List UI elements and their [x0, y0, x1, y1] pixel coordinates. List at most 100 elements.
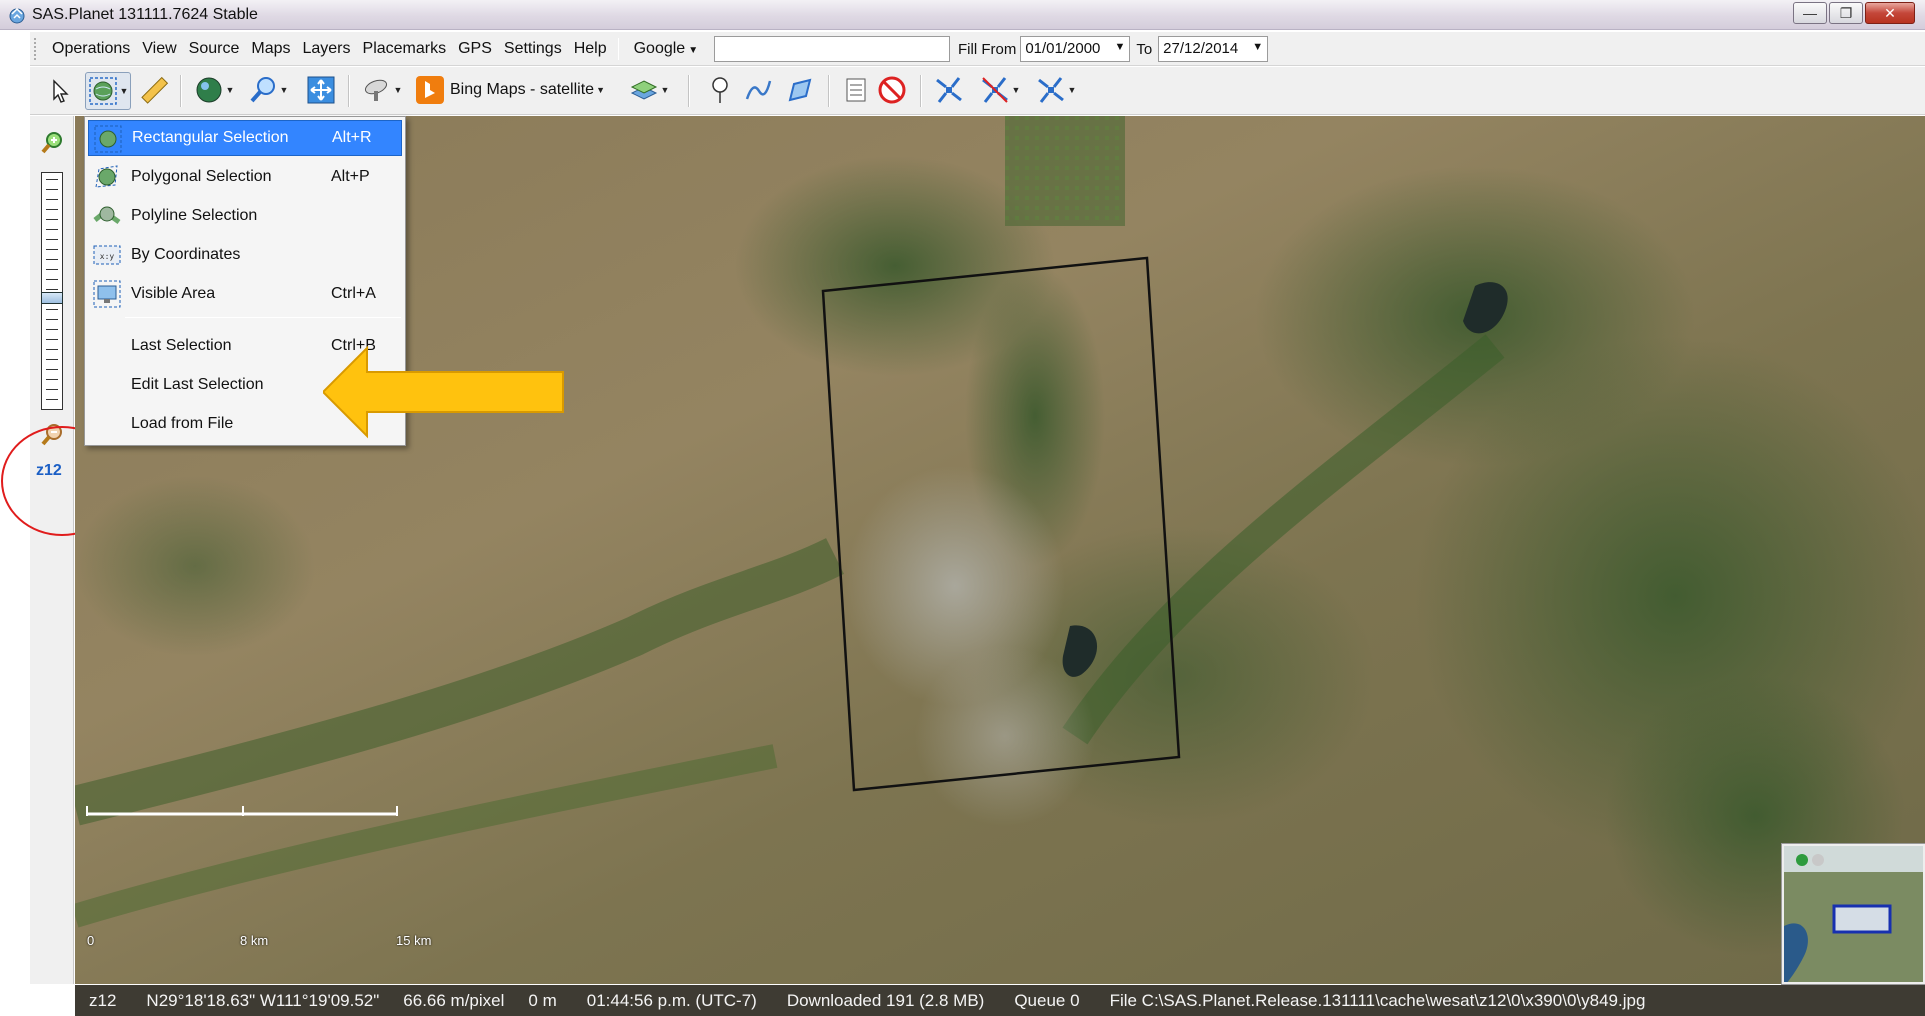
chevron-down-icon[interactable]: ▼ — [1012, 85, 1021, 95]
menu-maps[interactable]: Maps — [245, 40, 296, 58]
status-resolution: 66.66 m/pixel — [403, 990, 505, 1010]
bing-logo-icon — [416, 76, 444, 104]
restore-button[interactable]: ❐ — [1829, 2, 1863, 24]
chevron-down-icon[interactable]: ▼ — [661, 85, 670, 95]
menu-gps[interactable]: GPS — [452, 40, 498, 58]
menu-item-shortcut: Alt+R — [332, 129, 372, 146]
menu-help[interactable]: Help — [568, 40, 613, 58]
zoom-panel: z12 — [30, 116, 74, 984]
add-path-button[interactable] — [738, 72, 778, 108]
globe-button[interactable]: ▼ — [190, 72, 238, 108]
add-placemark-button[interactable] — [702, 72, 738, 108]
menu-item-visible-area[interactable]: Visible Area Ctrl+A — [88, 276, 402, 312]
calendar-dropdown-icon[interactable]: ▼ — [1114, 41, 1125, 53]
map-source-dropdown[interactable]: Bing Maps - satellite ▼ — [416, 72, 654, 108]
overview-minimap[interactable] — [1781, 843, 1925, 985]
menu-layers[interactable]: Layers — [296, 40, 356, 58]
menu-settings[interactable]: Settings — [498, 40, 568, 58]
chevron-down-icon[interactable]: ▼ — [226, 85, 235, 95]
overview-map-image — [1784, 846, 1923, 982]
placemarks-list-icon — [846, 78, 866, 102]
chevron-down-icon[interactable]: ▼ — [596, 85, 605, 95]
pointer-tool-button[interactable] — [40, 72, 80, 110]
minimize-button[interactable]: — — [1793, 2, 1827, 24]
chevron-down-icon[interactable]: ▼ — [394, 85, 403, 95]
add-polygon-button[interactable] — [780, 72, 820, 108]
fill-to-date[interactable]: 27/12/2014 ▼ — [1158, 36, 1269, 62]
geocoder-dropdown[interactable]: Google ▼ — [628, 40, 705, 58]
selection-tool-button[interactable]: ▼ — [85, 72, 131, 110]
ruler-tool-button[interactable] — [134, 72, 174, 110]
chevron-down-icon[interactable]: ▼ — [1068, 85, 1077, 95]
zoom-slider-tick — [46, 219, 58, 220]
close-button[interactable]: ✕ — [1865, 2, 1915, 24]
zoom-slider-tick — [46, 229, 58, 230]
fill-from-date[interactable]: 01/01/2000 ▼ — [1020, 36, 1131, 62]
zoom-slider-tick — [46, 249, 58, 250]
menu-separator — [125, 317, 401, 318]
svg-text:x:y: x:y — [100, 252, 115, 261]
layers-button[interactable]: ▼ — [624, 72, 674, 108]
cursor-icon — [53, 79, 69, 103]
gps-center-button[interactable]: ▼ — [1030, 72, 1082, 108]
zoom-slider-tick — [46, 309, 58, 310]
zoom-slider-thumb[interactable] — [41, 292, 63, 304]
polyline-select-icon — [93, 206, 121, 225]
status-file-path: File C:\SAS.Planet.Release.131111\cache\… — [1109, 990, 1646, 1010]
menu-placemarks[interactable]: Placemarks — [357, 40, 453, 58]
menu-item-label: Polyline Selection — [131, 207, 258, 224]
satellite-icon — [936, 77, 962, 103]
menubar-separator — [617, 38, 619, 60]
menu-item-label: Rectangular Selection — [132, 129, 289, 146]
ruler-icon — [141, 76, 169, 104]
zoom-slider-tick — [46, 289, 58, 290]
chevron-down-icon[interactable]: ▼ — [280, 85, 289, 95]
zoom-slider-tick — [46, 369, 58, 370]
chevron-down-icon[interactable]: ▼ — [120, 86, 129, 96]
search-input[interactable] — [714, 36, 950, 62]
menu-item-by-coordinates[interactable]: x:y By Coordinates — [88, 237, 402, 273]
gps-track-button[interactable]: ▼ — [974, 72, 1026, 108]
chevron-down-icon: ▼ — [688, 45, 699, 56]
menu-item-polyline-selection[interactable]: Polyline Selection — [88, 198, 402, 234]
fill-from-label: Fill From — [958, 40, 1017, 58]
zoom-slider-tick — [46, 239, 58, 240]
status-time: 01:44:56 p.m. (UTC-7) — [586, 990, 757, 1010]
rectangle-select-icon — [94, 125, 122, 153]
fill-to-value: 27/12/2014 — [1163, 40, 1239, 57]
scale-label-0: 0 — [87, 933, 95, 948]
zoom-slider-tick — [46, 319, 58, 320]
calendar-dropdown-icon[interactable]: ▼ — [1252, 41, 1263, 53]
satellite-track-icon — [981, 77, 1008, 103]
zoom-slider-tick — [46, 349, 58, 350]
satellite-dish-button[interactable]: ▼ — [358, 72, 406, 108]
status-downloaded: Downloaded 191 (2.8 MB) — [786, 990, 985, 1010]
menu-source[interactable]: Source — [183, 40, 246, 58]
zoom-slider-tick — [46, 179, 58, 180]
map-source-label: Bing Maps - satellite — [450, 81, 595, 98]
zoom-tool-button[interactable]: ▼ — [242, 72, 294, 108]
toolbar-separator — [920, 75, 922, 107]
hide-placemarks-button[interactable] — [874, 72, 910, 108]
menu-item-label: Last Selection — [131, 337, 232, 354]
zoom-slider-tick — [46, 189, 58, 190]
status-altitude: 0 m — [528, 990, 557, 1010]
to-label: To — [1136, 40, 1153, 58]
placemarks-manager-button[interactable] — [838, 72, 874, 108]
fullscreen-button[interactable] — [303, 72, 339, 108]
annotation-arrow — [323, 345, 564, 439]
status-bar: z12 N29°18'18.63" W111°19'09.52" 66.66 m… — [75, 985, 1925, 1016]
window-title: SAS.Planet 131111.7624 Stable — [32, 6, 258, 23]
status-coordinates: N29°18'18.63" W111°19'09.52" — [146, 990, 380, 1010]
menu-operations[interactable]: Operations — [46, 40, 136, 58]
menu-view[interactable]: View — [136, 40, 182, 58]
menu-item-rectangular-selection[interactable]: Rectangular Selection Alt+R — [88, 120, 402, 156]
menu-item-polygonal-selection[interactable]: Polygonal Selection Alt+P — [88, 159, 402, 195]
gps-connect-button[interactable] — [930, 72, 968, 108]
zoom-slider-tick — [46, 279, 58, 280]
satellite-center-icon — [1037, 77, 1064, 103]
zoom-slider[interactable] — [41, 172, 63, 410]
zoom-slider-tick — [46, 399, 58, 400]
zoom-in-icon[interactable] — [40, 130, 66, 156]
globe-select-icon — [88, 77, 117, 105]
